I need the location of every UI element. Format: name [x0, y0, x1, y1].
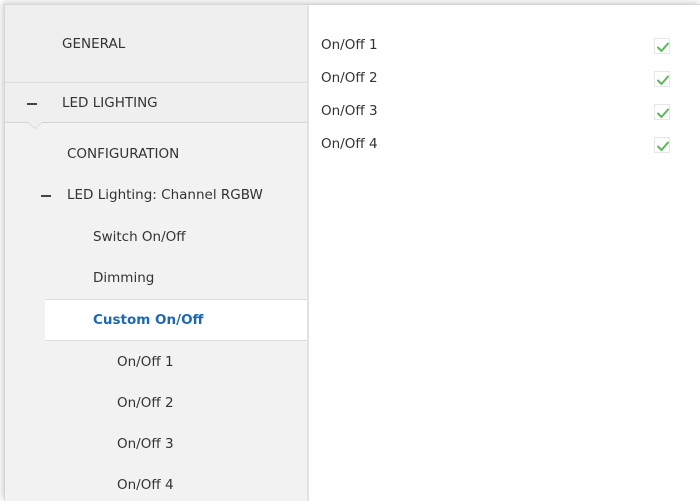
checkmark-icon: [657, 75, 669, 85]
onoff-3-checkbox[interactable]: [654, 104, 670, 120]
param-label: On/Off 1: [321, 37, 378, 53]
param-row-onoff-3: On/Off 3: [321, 103, 681, 125]
param-label: On/Off 3: [321, 103, 378, 119]
sidebar-item-onoff-2[interactable]: On/Off 2: [5, 387, 309, 419]
sidebar-item-dimming[interactable]: Dimming: [5, 262, 309, 294]
checkmark-icon: [657, 141, 669, 151]
onoff-1-checkbox[interactable]: [654, 38, 670, 54]
sidebar-item-label: LED LIGHTING: [62, 94, 158, 111]
sidebar-item-label: CONFIGURATION: [67, 146, 180, 162]
sidebar-item-switch-onoff[interactable]: Switch On/Off: [5, 221, 309, 253]
parameter-panel: On/Off 1 On/Off 2 On/Off 3 On/Off 4: [309, 5, 700, 501]
sidebar-item-label: GENERAL: [62, 35, 126, 52]
collapse-minus-icon[interactable]: [27, 102, 37, 105]
sidebar-item-onoff-4[interactable]: On/Off 4: [5, 469, 309, 501]
sidebar-item-channel-rgbw[interactable]: LED Lighting: Channel RGBW: [5, 179, 309, 211]
sidebar-item-label: Dimming: [93, 270, 155, 286]
sidebar-item-label: On/Off 3: [117, 436, 174, 452]
param-row-onoff-1: On/Off 1: [321, 37, 681, 59]
onoff-2-checkbox[interactable]: [654, 71, 670, 87]
sidebar-item-general[interactable]: GENERAL: [5, 5, 309, 83]
app-window: GENERAL LED LIGHTING CONFIGURATION LED L…: [4, 4, 700, 501]
sidebar-item-label: Switch On/Off: [93, 229, 186, 245]
param-label: On/Off 2: [321, 70, 378, 86]
onoff-4-checkbox[interactable]: [654, 137, 670, 153]
sidebar-item-configuration[interactable]: CONFIGURATION: [5, 138, 309, 170]
checkmark-icon: [657, 42, 669, 52]
param-row-onoff-4: On/Off 4: [321, 136, 681, 158]
sidebar-item-onoff-1[interactable]: On/Off 1: [5, 346, 309, 378]
sidebar-item-label: LED Lighting: Channel RGBW: [67, 187, 263, 203]
param-label: On/Off 4: [321, 136, 378, 152]
sidebar-item-label: On/Off 1: [117, 354, 174, 370]
checkmark-icon: [657, 108, 669, 118]
collapse-minus-icon[interactable]: [41, 195, 51, 197]
sidebar-item-custom-onoff[interactable]: Custom On/Off: [45, 299, 309, 341]
sidebar-item-onoff-3[interactable]: On/Off 3: [5, 428, 309, 460]
param-row-onoff-2: On/Off 2: [321, 70, 681, 92]
sidebar-item-led-lighting[interactable]: LED LIGHTING: [5, 83, 309, 123]
sidebar-item-label: On/Off 4: [117, 477, 174, 493]
sidebar-item-label: Custom On/Off: [93, 312, 204, 328]
sidebar: GENERAL LED LIGHTING CONFIGURATION LED L…: [5, 5, 309, 501]
sidebar-item-label: On/Off 2: [117, 395, 174, 411]
notch-pointer-fill: [28, 122, 42, 128]
